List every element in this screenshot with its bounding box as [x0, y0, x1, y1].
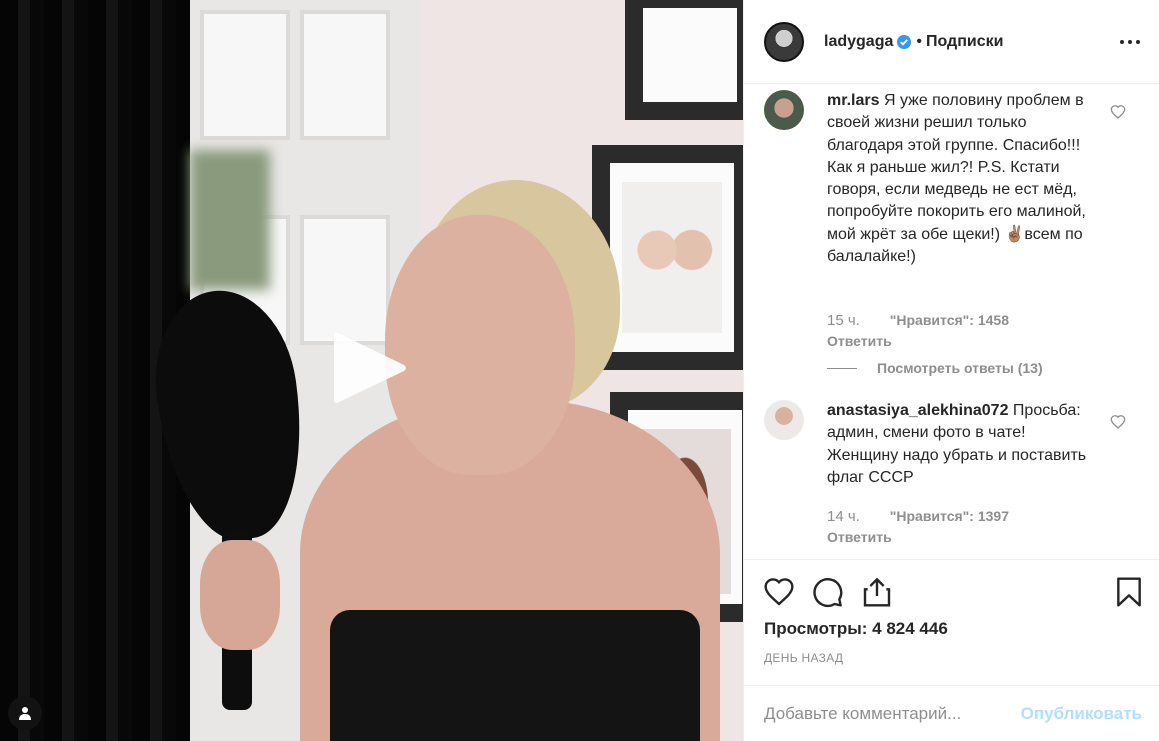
reply-button[interactable]: Ответить — [827, 333, 892, 349]
views-count: Просмотры: 4 824 446 — [764, 619, 948, 639]
view-replies-label: Посмотреть ответы (13) — [877, 360, 1043, 376]
comment-meta: 14 ч. "Нравится": 1397 — [827, 508, 1009, 525]
following-button[interactable]: Подписки — [926, 33, 1003, 51]
share-icon[interactable] — [861, 576, 893, 608]
comment-text-block: anastasiya_alekhina072 Просьба: админ, с… — [827, 400, 1097, 489]
reply-button[interactable]: Ответить — [827, 529, 892, 545]
post-media[interactable] — [0, 0, 743, 741]
follow-separator: • — [916, 32, 922, 50]
more-options-icon[interactable] — [1118, 30, 1142, 54]
views-value: 4 824 446 — [872, 619, 948, 638]
comment-likes-count[interactable]: 1397 — [978, 508, 1009, 524]
avatar[interactable] — [764, 90, 804, 130]
post-date[interactable]: ДЕНЬ НАЗАД — [764, 651, 843, 665]
post-username[interactable]: ladygaga — [824, 33, 893, 51]
user-tag-icon[interactable] — [8, 696, 42, 730]
comment-meta: 15 ч. "Нравится": 1458 — [827, 312, 1009, 329]
post-side-panel: ladygaga • Подписки mr.lars Я уже полови… — [743, 0, 1159, 741]
post-actions: Просмотры: 4 824 446 ДЕНЬ НАЗАД — [744, 559, 1159, 685]
comment-icon[interactable] — [812, 576, 844, 608]
heart-icon[interactable] — [1110, 414, 1126, 430]
play-icon[interactable] — [328, 325, 410, 411]
heart-icon[interactable] — [763, 576, 795, 608]
comment-username[interactable]: mr.lars — [827, 92, 879, 109]
comments-list[interactable]: mr.lars Я уже половину проблем в своей ж… — [744, 85, 1159, 559]
comment-text: Я уже половину проблем в своей жизни реш… — [827, 92, 1086, 266]
avatar[interactable] — [764, 21, 804, 62]
comment-likes-count[interactable]: 1458 — [978, 312, 1009, 328]
comment-text-block: mr.lars Я уже половину проблем в своей ж… — [827, 90, 1097, 268]
bookmark-icon[interactable] — [1113, 576, 1145, 608]
publish-button[interactable]: Опубликовать — [1021, 704, 1142, 724]
comment-time: 15 ч. — [827, 312, 860, 329]
comment-time: 14 ч. — [827, 508, 860, 525]
comment-username[interactable]: anastasiya_alekhina072 — [827, 402, 1008, 419]
comment-likes-label[interactable]: "Нравится": — [890, 312, 974, 328]
comment-input[interactable] — [764, 703, 1014, 724]
comment-likes-label[interactable]: "Нравится": — [890, 508, 974, 524]
avatar[interactable] — [764, 400, 804, 440]
verified-icon — [897, 34, 912, 49]
heart-icon[interactable] — [1110, 104, 1126, 120]
views-label: Просмотры: — [764, 619, 868, 638]
view-replies-button[interactable]: Посмотреть ответы (13) — [827, 360, 1043, 376]
post-header: ladygaga • Подписки — [744, 0, 1159, 84]
add-comment-bar: Опубликовать — [744, 685, 1159, 741]
